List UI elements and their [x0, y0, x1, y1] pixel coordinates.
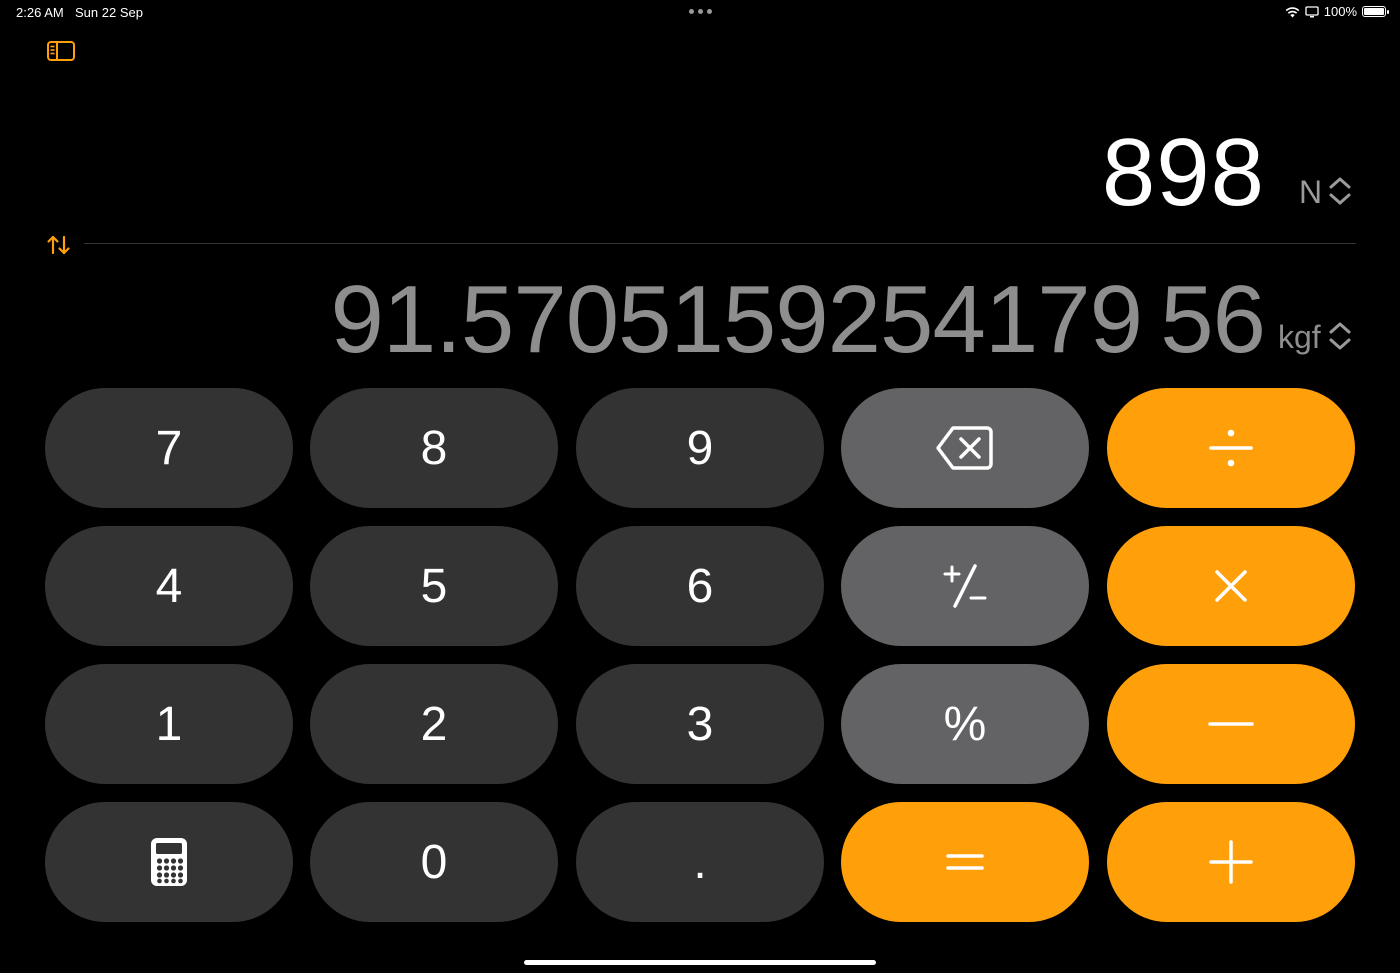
divide-icon: [1209, 429, 1253, 467]
sidebar-toggle-button[interactable]: [46, 39, 76, 63]
battery-icon: [1362, 6, 1389, 17]
status-indicators: 100%: [1285, 4, 1389, 19]
screen-mirroring-icon: [1305, 5, 1319, 17]
primary-unit-chevron-icon[interactable]: [1327, 175, 1353, 207]
plus-minus-button[interactable]: [841, 526, 1089, 646]
secondary-unit[interactable]: kgf: [1278, 318, 1321, 356]
key-9[interactable]: 9: [576, 388, 824, 508]
key-1[interactable]: 1: [45, 664, 293, 784]
equals-button[interactable]: [841, 802, 1089, 922]
secondary-unit-chevron-icon[interactable]: [1327, 320, 1353, 352]
add-button[interactable]: [1107, 802, 1355, 922]
decimal-button[interactable]: .: [576, 802, 824, 922]
key-4[interactable]: 4: [45, 526, 293, 646]
backspace-button[interactable]: [841, 388, 1089, 508]
plus-minus-icon: [943, 564, 987, 608]
battery-percentage: 100%: [1323, 4, 1357, 19]
swap-units-button[interactable]: [46, 232, 72, 258]
multiply-button[interactable]: [1107, 526, 1355, 646]
multitasking-dots-icon[interactable]: [689, 9, 712, 14]
home-indicator[interactable]: [524, 960, 876, 965]
key-8[interactable]: 8: [310, 388, 558, 508]
key-5[interactable]: 5: [310, 526, 558, 646]
minus-icon: [1208, 722, 1254, 726]
key-3[interactable]: 3: [576, 664, 824, 784]
multiply-icon: [1215, 570, 1247, 602]
secondary-value: 91.5705159254179 56: [330, 266, 1266, 373]
sidebar-icon: [47, 41, 75, 61]
primary-unit[interactable]: N: [1299, 173, 1322, 211]
plus-icon: [1209, 840, 1253, 884]
backspace-icon: [936, 426, 993, 470]
percent-button[interactable]: %: [841, 664, 1089, 784]
calculator-icon: [151, 838, 187, 886]
status-time: 2:26 AM: [16, 5, 64, 20]
swap-arrows-icon: [47, 235, 70, 255]
key-6[interactable]: 6: [576, 526, 824, 646]
key-0[interactable]: 0: [310, 802, 558, 922]
primary-value: 898: [1101, 119, 1265, 226]
subtract-button[interactable]: [1107, 664, 1355, 784]
key-7[interactable]: 7: [45, 388, 293, 508]
calculator-mode-button[interactable]: [45, 802, 293, 922]
key-2[interactable]: 2: [310, 664, 558, 784]
wifi-icon: [1285, 6, 1300, 17]
divide-button[interactable]: [1107, 388, 1355, 508]
equals-icon: [946, 854, 984, 870]
status-date: Sun 22 Sep: [75, 5, 143, 20]
display-divider: [84, 243, 1356, 244]
status-bar: 2:26 AM Sun 22 Sep 100%: [0, 0, 1400, 24]
